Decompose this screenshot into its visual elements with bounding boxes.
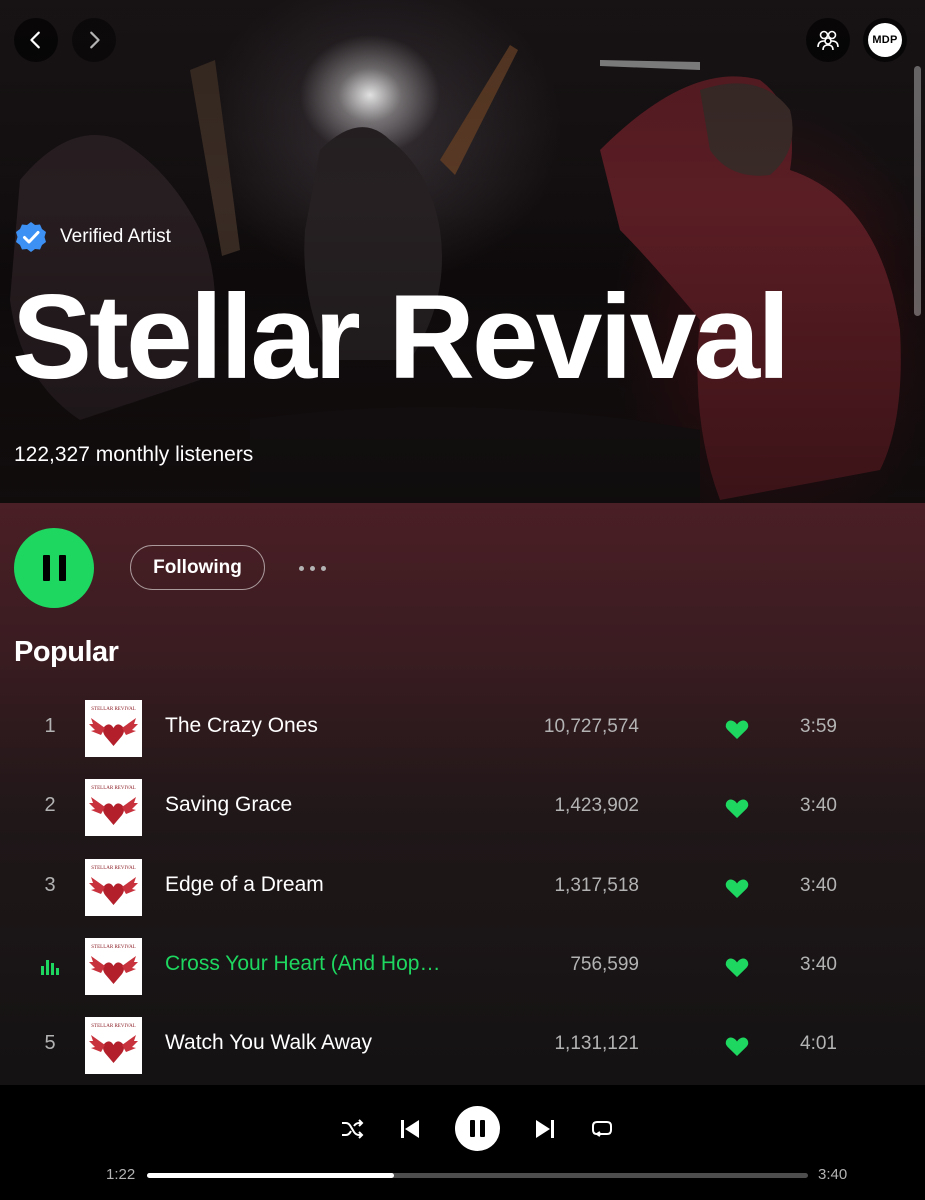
verified-check-icon: [16, 222, 46, 252]
track-duration: 3:59: [800, 716, 837, 737]
repeat-icon: [592, 1121, 612, 1137]
skip-next-icon: [536, 1120, 554, 1138]
track-rank: 3: [44, 873, 56, 896]
avatar: MDP: [868, 23, 902, 57]
track-title: Cross Your Heart (And Hop…: [165, 951, 441, 975]
total-time: 3:40: [818, 1166, 848, 1183]
next-button[interactable]: [531, 1115, 559, 1143]
pause-icon: [42, 555, 66, 581]
track-duration: 3:40: [800, 953, 837, 975]
album-art: STELLAR REVIVAL: [85, 858, 142, 916]
more-options-icon: [298, 565, 304, 571]
now-playing-equalizer-icon: [41, 959, 59, 975]
track-row[interactable]: 5 STELLAR REVIVAL Watch You Walk Away 1,131…: [0, 1010, 925, 1080]
album-art: STELLAR REVIVAL: [85, 1017, 142, 1075]
artist-name: Stellar Revival: [12, 270, 790, 404]
chevron-right-icon: [90, 31, 100, 49]
artist-content: Following Popular 1 STELLAR REVIVAL The Cr…: [0, 503, 925, 1085]
repeat-button[interactable]: [588, 1115, 616, 1143]
heart-icon[interactable]: [724, 877, 750, 899]
profile-button[interactable]: MDP: [863, 18, 907, 62]
shuffle-button[interactable]: [338, 1115, 366, 1143]
verified-badge: Verified Artist: [14, 220, 171, 254]
forward-button[interactable]: [72, 18, 116, 62]
track-duration: 4:01: [800, 1033, 837, 1055]
elapsed-time: 1:22: [106, 1166, 136, 1183]
now-playing-bar: 1:22 3:40: [0, 1085, 925, 1200]
friend-activity-button[interactable]: [806, 18, 850, 62]
scrollbar[interactable]: [914, 66, 921, 316]
player-pause-button[interactable]: [455, 1106, 500, 1151]
track-play-count: 10,727,574: [543, 716, 639, 737]
pause-icon: [470, 1120, 485, 1137]
track-title: Saving Grace: [165, 793, 293, 817]
heart-icon[interactable]: [724, 718, 750, 740]
monthly-listeners: 122,327 monthly listeners: [14, 443, 254, 466]
skip-previous-icon: [401, 1120, 419, 1138]
album-art: STELLAR REVIVAL: [85, 700, 142, 757]
album-art-image: STELLAR REVIVAL: [89, 866, 138, 905]
album-art-image: STELLAR REVIVAL: [89, 707, 138, 746]
playback-progress-fill: [147, 1173, 394, 1178]
track-play-count: 1,423,902: [554, 795, 639, 817]
svg-text:STELLAR REVIVAL: STELLAR REVIVAL: [91, 945, 136, 950]
track-play-count: 1,317,518: [554, 874, 639, 896]
heart-icon[interactable]: [724, 956, 750, 978]
track-row[interactable]: 1 STELLAR REVIVAL The Crazy Ones 10,727,574…: [0, 693, 925, 763]
shuffle-icon: [342, 1119, 364, 1139]
track-title: Edge of a Dream: [165, 872, 324, 896]
album-art-image: STELLAR REVIVAL: [89, 1024, 138, 1064]
previous-button[interactable]: [396, 1115, 424, 1143]
track-rank: 5: [44, 1032, 56, 1055]
heart-icon[interactable]: [724, 797, 750, 819]
svg-text:STELLAR REVIVAL: STELLAR REVIVAL: [91, 786, 136, 791]
track-row[interactable]: 3 STELLAR REVIVAL Edge of a Dream 1,317,518…: [0, 852, 925, 922]
svg-text:STELLAR REVIVAL: STELLAR REVIVAL: [91, 1024, 136, 1029]
section-title-popular: Popular: [14, 636, 119, 668]
svg-text:STELLAR REVIVAL: STELLAR REVIVAL: [91, 707, 136, 712]
track-row[interactable]: 2 STELLAR REVIVAL Saving Grace 1,423,902 3:4…: [0, 772, 925, 842]
svg-text:STELLAR REVIVAL: STELLAR REVIVAL: [91, 866, 136, 871]
more-options-button[interactable]: [290, 559, 334, 577]
track-play-count: 1,131,121: [554, 1033, 639, 1055]
album-art-image: STELLAR REVIVAL: [89, 786, 138, 826]
follow-button[interactable]: Following: [130, 545, 265, 590]
album-art: STELLAR REVIVAL: [85, 937, 142, 995]
track-duration: 3:40: [800, 795, 837, 817]
track-title: The Crazy Ones: [165, 714, 318, 737]
track-title: Watch You Walk Away: [165, 1031, 372, 1055]
friend-activity-icon: [817, 30, 839, 51]
playback-progress-bar[interactable]: [147, 1173, 808, 1178]
track-rank: 2: [44, 794, 56, 817]
chevron-left-icon: [30, 31, 40, 49]
track-duration: 3:40: [800, 874, 837, 896]
album-art-image: STELLAR REVIVAL: [89, 945, 138, 984]
track-rank: 1: [44, 715, 56, 737]
heart-icon[interactable]: [724, 1035, 750, 1057]
play-pause-button[interactable]: [14, 528, 94, 608]
track-play-count: 756,599: [570, 953, 639, 975]
verified-label: Verified Artist: [60, 226, 171, 247]
track-row[interactable]: STELLAR REVIVAL Cross Your Heart (And Hop…: [0, 931, 925, 1001]
back-button[interactable]: [14, 18, 58, 62]
album-art: STELLAR REVIVAL: [85, 779, 142, 837]
